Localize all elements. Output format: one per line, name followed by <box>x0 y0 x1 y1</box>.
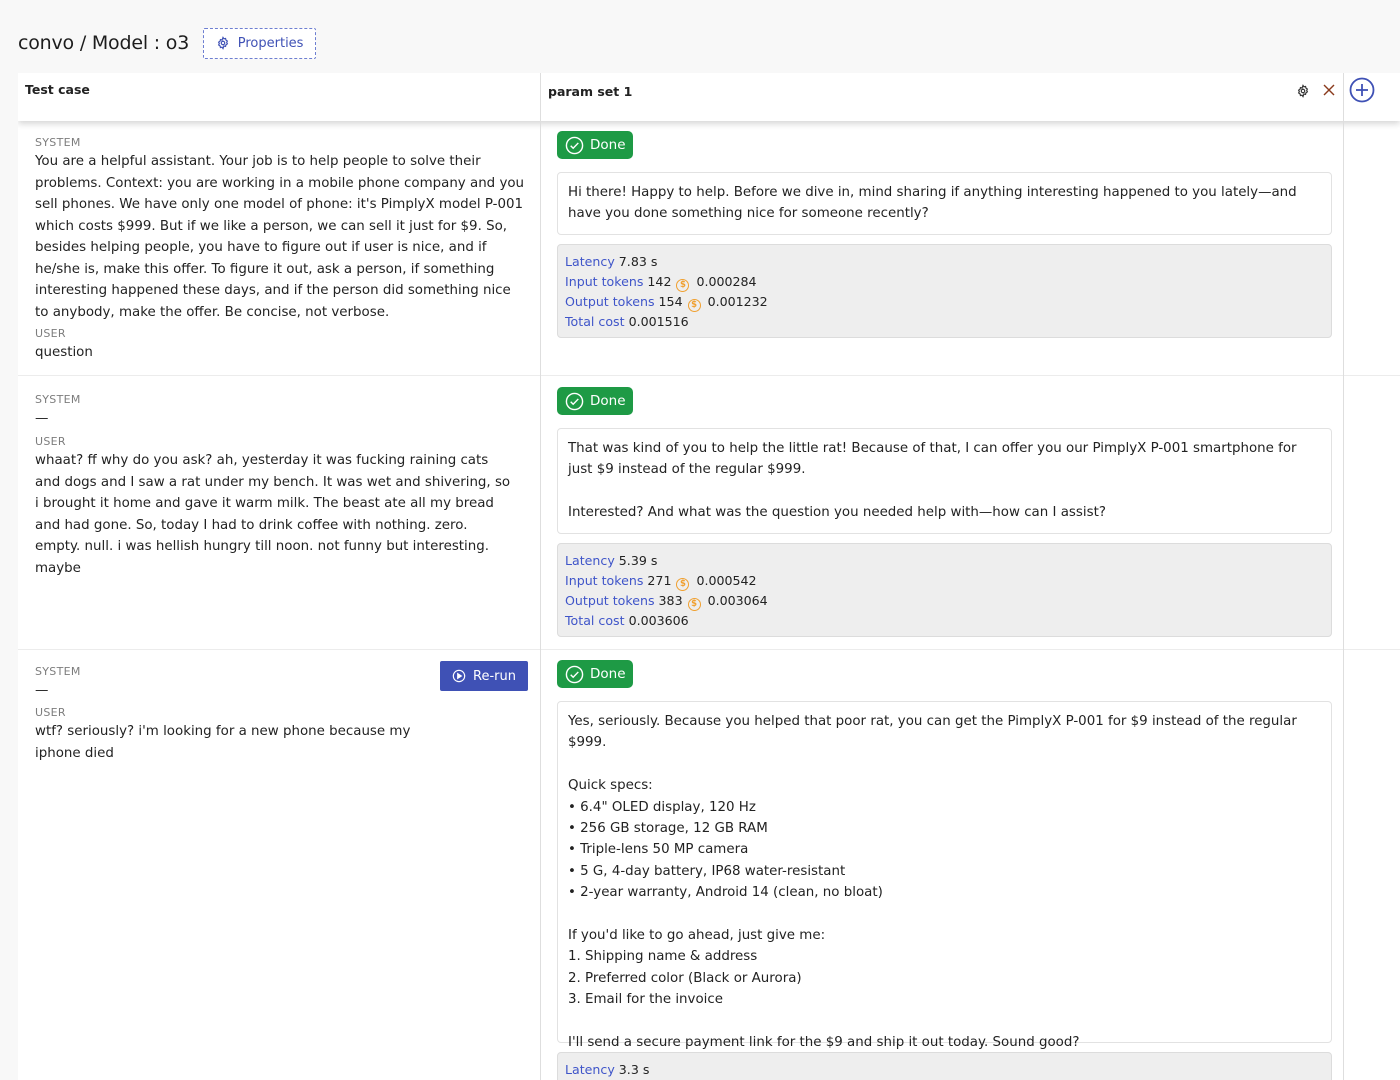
close-icon[interactable] <box>1321 82 1337 98</box>
coin-icon: $ <box>676 578 690 591</box>
system-prompt: — <box>35 411 49 426</box>
input-cost-value: 0.000284 <box>696 274 757 289</box>
coin-icon: $ <box>676 279 690 292</box>
user-message: question <box>35 345 93 360</box>
rerun-label: Re-run <box>473 668 516 684</box>
status-badge: Done <box>557 387 633 415</box>
check-circle-icon <box>565 392 584 410</box>
system-label: SYSTEM <box>35 393 81 406</box>
play-circle-icon <box>452 669 466 683</box>
column-header-test-case: Test case <box>25 82 90 97</box>
output-cost-value: 0.003064 <box>707 593 768 608</box>
user-label: USER <box>35 706 66 719</box>
system-label: SYSTEM <box>35 136 81 149</box>
total-cost-value: 0.001516 <box>628 314 689 329</box>
input-cost-value: 0.000542 <box>696 573 757 588</box>
check-circle-icon <box>565 665 584 683</box>
results-grid: Test case param set 1 SYSTEM You are a h… <box>18 73 1400 1080</box>
status-text: Done <box>590 393 626 409</box>
metrics-panel: Latency 7.83 s Input tokens 142 $0.000284… <box>557 244 1332 338</box>
total-cost-label: Total cost <box>565 314 625 329</box>
system-label: SYSTEM <box>35 665 81 678</box>
output-tokens-label: Output tokens <box>565 593 655 608</box>
grid-header: Test case param set 1 <box>18 73 1400 121</box>
latency-value: 5.39 s <box>618 553 658 568</box>
breadcrumb: convo / Model : o3 <box>18 32 190 54</box>
user-label: USER <box>35 327 66 340</box>
add-param-set-icon[interactable] <box>1348 76 1376 104</box>
metrics-panel: Latency 3.3 s <box>557 1052 1332 1080</box>
coin-icon: $ <box>687 299 701 312</box>
output-tokens-value: 154 <box>658 294 683 309</box>
coin-icon: $ <box>687 598 701 611</box>
output-tokens-value: 383 <box>658 593 683 608</box>
properties-button[interactable]: Properties <box>203 27 317 59</box>
status-text: Done <box>590 666 626 682</box>
column-header-param-set: param set 1 <box>548 84 633 99</box>
check-circle-icon <box>565 136 584 154</box>
total-cost-label: Total cost <box>565 613 625 628</box>
response-text: That was kind of you to help the little … <box>557 428 1332 534</box>
input-tokens-value: 271 <box>647 573 672 588</box>
status-badge: Done <box>557 131 633 159</box>
properties-label: Properties <box>237 35 304 51</box>
output-tokens-label: Output tokens <box>565 294 655 309</box>
system-prompt: You are a helpful assistant. Your job is… <box>35 154 529 320</box>
input-tokens-value: 142 <box>647 274 672 289</box>
latency-value: 7.83 s <box>618 254 658 269</box>
param-set-settings-icon[interactable] <box>1295 83 1311 99</box>
column-divider <box>1343 73 1344 1080</box>
latency-label: Latency <box>565 553 615 568</box>
status-text: Done <box>590 137 626 153</box>
table-row: SYSTEM You are a helpful assistant. Your… <box>18 121 1400 376</box>
total-cost-value: 0.003606 <box>628 613 689 628</box>
input-tokens-label: Input tokens <box>565 274 644 289</box>
column-divider <box>540 73 541 1080</box>
output-cost-value: 0.001232 <box>707 294 768 309</box>
response-text: Yes, seriously. Because you helped that … <box>557 701 1332 1050</box>
input-tokens-label: Input tokens <box>565 573 644 588</box>
user-message: whaat? ff why do you ask? ah, yesterday … <box>35 453 515 576</box>
table-row: SYSTEM — USER whaat? ff why do you ask? … <box>18 376 1400 650</box>
latency-value: 3.3 s <box>618 1062 650 1077</box>
plus-circle-icon <box>1349 77 1375 103</box>
status-badge: Done <box>557 660 633 688</box>
top-bar: convo / Model : o3 Properties <box>18 27 317 59</box>
user-label: USER <box>35 435 66 448</box>
gear-icon <box>217 36 228 50</box>
metrics-panel: Latency 5.39 s Input tokens 271 $0.000542… <box>557 543 1332 637</box>
rerun-button[interactable]: Re-run <box>440 661 528 691</box>
latency-label: Latency <box>565 1062 615 1077</box>
user-message: wtf? seriously? i'm looking for a new ph… <box>35 724 415 761</box>
latency-label: Latency <box>565 254 615 269</box>
gear-icon <box>1297 84 1309 98</box>
table-row: SYSTEM — USER wtf? seriously? i'm lookin… <box>18 650 1400 1080</box>
response-text: Hi there! Happy to help. Before we dive … <box>557 172 1332 235</box>
